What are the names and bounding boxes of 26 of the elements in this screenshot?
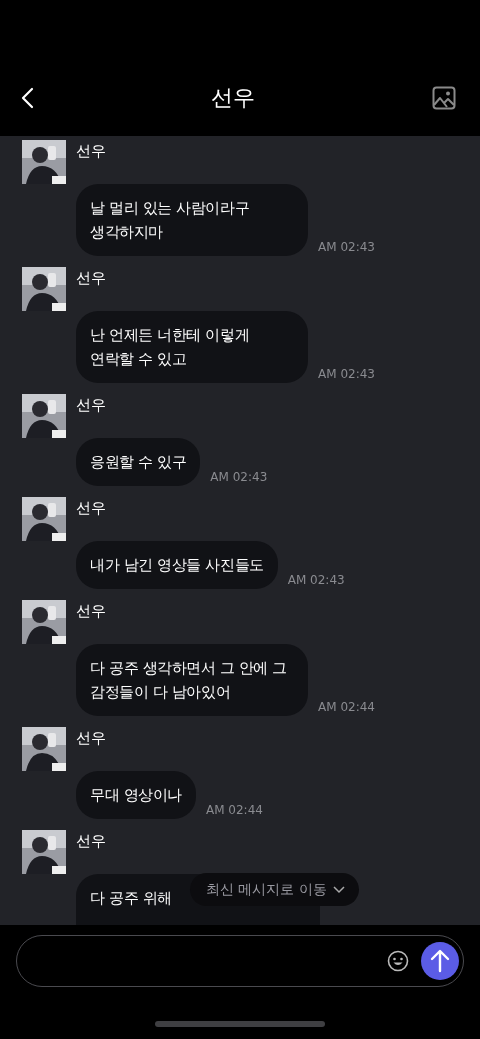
arrow-up-icon — [430, 949, 450, 973]
sender-name: 선우 — [76, 499, 106, 518]
message-time: AM 02:43 — [318, 367, 375, 381]
image-icon[interactable] — [430, 84, 458, 112]
message-time: AM 02:44 — [318, 700, 375, 714]
message-time: AM 02:43 — [287, 573, 345, 587]
sender-name: 선우 — [76, 269, 106, 288]
sender-name: 선우 — [76, 602, 106, 621]
message-time: AM 02:43 — [210, 470, 268, 484]
message-bubble: 무대 영상이나 — [76, 771, 196, 819]
jump-to-latest-button[interactable]: 최신 메시지로 이동 — [190, 873, 359, 906]
message-bubble: 응원할 수 있구 — [76, 438, 201, 486]
message-bubble: 내가 남긴 영상들 사진들도 — [76, 541, 278, 589]
message-bubble: 다 공주 생각하면서 그 안에 그 감정들이 다 남아있어 — [76, 644, 308, 716]
message-bubble: 날 멀리 있는 사람이라구 생각하지마 — [76, 184, 308, 256]
sender-name: 선우 — [76, 832, 106, 851]
sender-name: 선우 — [76, 142, 106, 161]
send-button[interactable] — [421, 942, 459, 980]
message-time: AM 02:44 — [205, 803, 263, 817]
sender-name: 선우 — [76, 729, 106, 748]
message-bubble: 난 언제든 너한테 이렇게 연락할 수 있고 — [76, 311, 308, 383]
emoji-icon[interactable] — [387, 950, 409, 972]
chevron-down-icon — [332, 885, 345, 894]
sender-name: 선우 — [76, 396, 106, 415]
chat-title: 선우 — [211, 84, 255, 112]
message-time: AM 02:43 — [318, 240, 375, 254]
